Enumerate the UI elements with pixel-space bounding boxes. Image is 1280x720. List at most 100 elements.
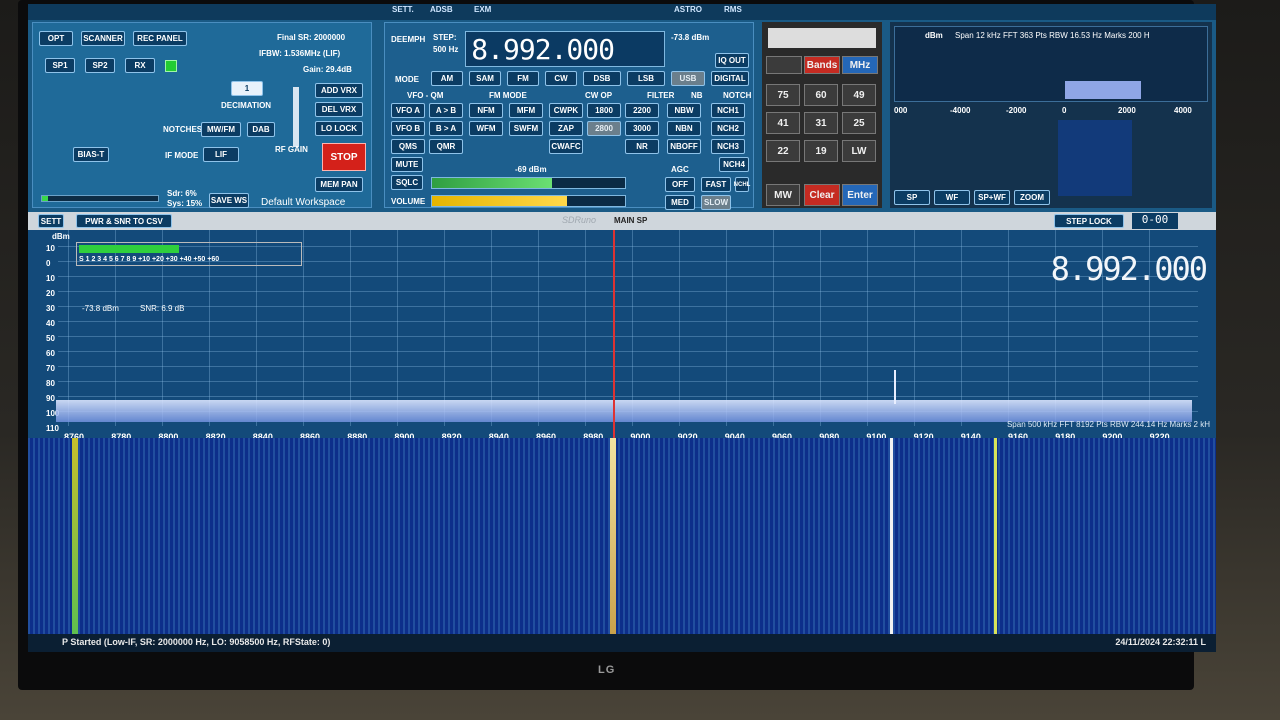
- step-lock-button[interactable]: STEP LOCK: [1054, 214, 1124, 228]
- mem-pan-button[interactable]: MEM PAN: [315, 177, 363, 192]
- band-key-75[interactable]: 75: [766, 84, 800, 106]
- row2-5-button[interactable]: 2800: [587, 121, 621, 136]
- mode-digital-button[interactable]: DIGITAL: [711, 71, 749, 86]
- stop-button[interactable]: STOP: [322, 143, 366, 171]
- keypad-blank-key[interactable]: [766, 56, 802, 74]
- bias-t-button[interactable]: BIAS-T: [73, 147, 109, 162]
- agc-off-button[interactable]: OFF: [665, 177, 695, 192]
- aux-tab-sp-wf[interactable]: SP+WF: [974, 190, 1010, 205]
- aux-x-tick: 0: [1062, 106, 1067, 115]
- top-title-bar: SETT. ADSB EXM ASTRO RMS: [28, 4, 1216, 20]
- row3-4-button[interactable]: NBOFF: [667, 139, 701, 154]
- gain: Gain: 29.4dB: [303, 65, 352, 74]
- lo-lock-button[interactable]: LO LOCK: [315, 121, 363, 136]
- mode-lsb-button[interactable]: LSB: [627, 71, 665, 86]
- add-vrx-button[interactable]: ADD VRX: [315, 83, 363, 98]
- band-key-19[interactable]: 19: [804, 140, 838, 162]
- sdruno-screen: SETT. ADSB EXM ASTRO RMS OPT SCANNER REC…: [28, 4, 1216, 652]
- mode-dsb-button[interactable]: DSB: [583, 71, 621, 86]
- decimation-value[interactable]: 1: [231, 81, 263, 96]
- row3-3-button[interactable]: NR: [625, 139, 659, 154]
- aux-tab-wf[interactable]: WF: [934, 190, 970, 205]
- sp2-button[interactable]: SP2: [85, 58, 115, 73]
- row2-2-button[interactable]: WFM: [469, 121, 503, 136]
- rx-button[interactable]: RX: [125, 58, 155, 73]
- band-key-mw[interactable]: MW: [766, 184, 800, 206]
- row2-0-button[interactable]: VFO B: [391, 121, 425, 136]
- rx-control-panel: DEEMPH STEP: 500 Hz 8.992.000 -73.8 dBm …: [384, 22, 754, 210]
- row3-2-button[interactable]: CWAFC: [549, 139, 583, 154]
- band-key-22[interactable]: 22: [766, 140, 800, 162]
- aux-tab-sp[interactable]: SP: [894, 190, 930, 205]
- tuning-dial[interactable]: [768, 28, 876, 48]
- save-ws-button[interactable]: SAVE WS: [209, 193, 249, 208]
- mode-am-button[interactable]: AM: [431, 71, 463, 86]
- waterfall-display[interactable]: [28, 438, 1216, 634]
- rec-panel-button[interactable]: REC PANEL: [133, 31, 187, 46]
- row1-8-button[interactable]: NCH1: [711, 103, 745, 118]
- enter-button[interactable]: Enter: [842, 184, 878, 206]
- astro-tab[interactable]: ASTRO: [674, 5, 702, 14]
- step-value[interactable]: 500 Hz: [433, 45, 458, 54]
- row2-3-button[interactable]: SWFM: [509, 121, 543, 136]
- sp1-button[interactable]: SP1: [45, 58, 75, 73]
- row1-3-button[interactable]: MFM: [509, 103, 543, 118]
- tuning-cursor[interactable]: [613, 230, 615, 438]
- volume-slider[interactable]: [431, 195, 626, 207]
- mhz-button[interactable]: MHz: [842, 56, 878, 74]
- row3-5-button[interactable]: NCH3: [711, 139, 745, 154]
- row2-8-button[interactable]: NCH2: [711, 121, 745, 136]
- mute-button[interactable]: MUTE: [391, 157, 423, 172]
- adsb-tab[interactable]: ADSB: [430, 5, 453, 14]
- main-spectrum[interactable]: dBm S 1 2 3 4 5 6 7 8 9 +10 +20 +30 +40 …: [28, 230, 1216, 442]
- clear-button[interactable]: Clear: [804, 184, 840, 206]
- del-vrx-button[interactable]: DEL VRX: [315, 102, 363, 117]
- mode-cw-button[interactable]: CW: [545, 71, 577, 86]
- row2-1-button[interactable]: B > A: [429, 121, 463, 136]
- row1-5-button[interactable]: 1800: [587, 103, 621, 118]
- agc-med-button[interactable]: MED: [665, 195, 695, 210]
- agc-slow-button[interactable]: SLOW: [701, 195, 731, 210]
- row2-4-button[interactable]: ZAP: [549, 121, 583, 136]
- row2-7-button[interactable]: NBN: [667, 121, 701, 136]
- lif-button[interactable]: LIF: [203, 147, 239, 162]
- bands-button[interactable]: Bands: [804, 56, 840, 74]
- rf-gain-slider[interactable]: [293, 87, 299, 147]
- mode-label: MODE: [395, 75, 419, 84]
- settings-tab[interactable]: SETT.: [392, 5, 414, 14]
- row1-2-button[interactable]: NFM: [469, 103, 503, 118]
- sqlc-button[interactable]: SQLC: [391, 175, 423, 190]
- exm-tab[interactable]: EXM: [474, 5, 491, 14]
- mwfm-button[interactable]: MW/FM: [201, 122, 241, 137]
- agc-fast-button[interactable]: FAST: [701, 177, 731, 192]
- waterfall-signal-carrier: [890, 438, 893, 634]
- band-key-49[interactable]: 49: [842, 84, 876, 106]
- opt-button[interactable]: OPT: [39, 31, 73, 46]
- iq-out-button[interactable]: IQ OUT: [715, 53, 749, 68]
- row1-6-button[interactable]: 2200: [625, 103, 659, 118]
- band-key-lw[interactable]: LW: [842, 140, 876, 162]
- sett-button[interactable]: SETT: [38, 214, 64, 228]
- mode-sam-button[interactable]: SAM: [469, 71, 501, 86]
- mode-usb-button[interactable]: USB: [671, 71, 705, 86]
- row1-0-button[interactable]: VFO A: [391, 103, 425, 118]
- dab-button[interactable]: DAB: [247, 122, 275, 137]
- band-key-25[interactable]: 25: [842, 112, 876, 134]
- nchl-button[interactable]: NCHL: [734, 177, 750, 192]
- row1-4-button[interactable]: CWPK: [549, 103, 583, 118]
- rms-tab[interactable]: RMS: [724, 5, 742, 14]
- pwr-snr-csv-button[interactable]: PWR & SNR TO CSV: [76, 214, 172, 228]
- nch4-button[interactable]: NCH4: [719, 157, 749, 172]
- row1-7-button[interactable]: NBW: [667, 103, 701, 118]
- mode-fm-button[interactable]: FM: [507, 71, 539, 86]
- row2-6-button[interactable]: 3000: [625, 121, 659, 136]
- band-key-60[interactable]: 60: [804, 84, 838, 106]
- band-key-31[interactable]: 31: [804, 112, 838, 134]
- scanner-button[interactable]: SCANNER: [81, 31, 125, 46]
- row3-0-button[interactable]: QMS: [391, 139, 425, 154]
- band-key-41[interactable]: 41: [766, 112, 800, 134]
- row1-1-button[interactable]: A > B: [429, 103, 463, 118]
- vfo-frequency-display[interactable]: 8.992.000: [465, 31, 665, 67]
- aux-tab-zoom[interactable]: ZOOM: [1014, 190, 1050, 205]
- row3-1-button[interactable]: QMR: [429, 139, 463, 154]
